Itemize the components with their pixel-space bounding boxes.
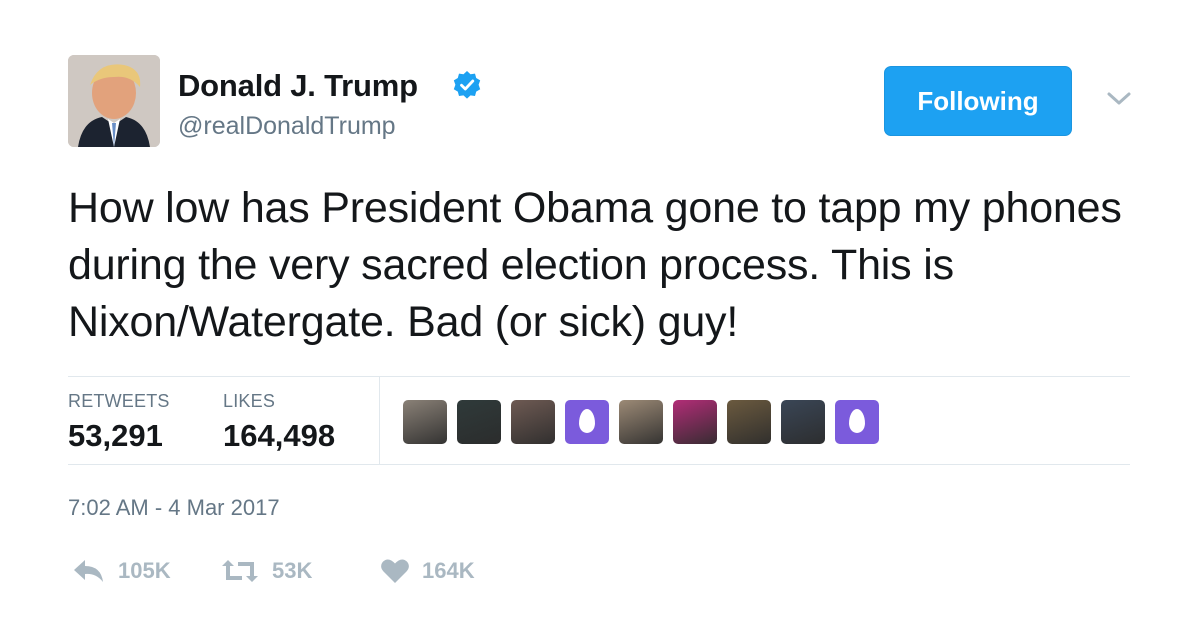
profile-photo [68,55,160,147]
likes-label[interactable]: LIKES [223,391,275,412]
stats-separator [379,376,380,464]
retweet-button[interactable]: 53K [220,555,312,587]
likes-count[interactable]: 164,498 [223,418,335,454]
heart-icon [381,559,409,583]
reply-count: 105K [118,558,171,583]
liker-avatar[interactable] [511,400,555,444]
retweets-label[interactable]: RETWEETS [68,391,170,412]
like-count: 164K [422,558,475,583]
liker-avatar[interactable] [673,400,717,444]
retweets-count[interactable]: 53,291 [68,418,163,454]
liker-avatar[interactable] [781,400,825,444]
divider [68,376,1130,377]
liker-avatar-egg[interactable] [565,400,609,444]
verified-badge-icon [453,71,481,99]
reply-button[interactable]: 105K [72,555,171,587]
liker-avatar[interactable] [619,400,663,444]
retweet-count: 53K [272,558,313,583]
liker-avatar-egg[interactable] [835,400,879,444]
author-name[interactable]: Donald J. Trump [178,68,418,104]
retweet-icon [222,560,258,582]
reply-icon [74,560,103,582]
liker-avatar[interactable] [457,400,501,444]
liker-avatar[interactable] [403,400,447,444]
like-button[interactable]: 164K [380,555,475,587]
author-handle[interactable]: @realDonaldTrump [178,112,396,141]
following-button[interactable]: Following [884,66,1072,136]
tweet-timestamp[interactable]: 7:02 AM - 4 Mar 2017 [68,495,280,521]
chevron-down-icon[interactable] [1103,86,1135,110]
liker-avatar[interactable] [727,400,771,444]
divider [68,464,1130,465]
tweet-text: How low has President Obama gone to tapp… [68,184,1122,346]
author-avatar[interactable] [68,55,160,147]
